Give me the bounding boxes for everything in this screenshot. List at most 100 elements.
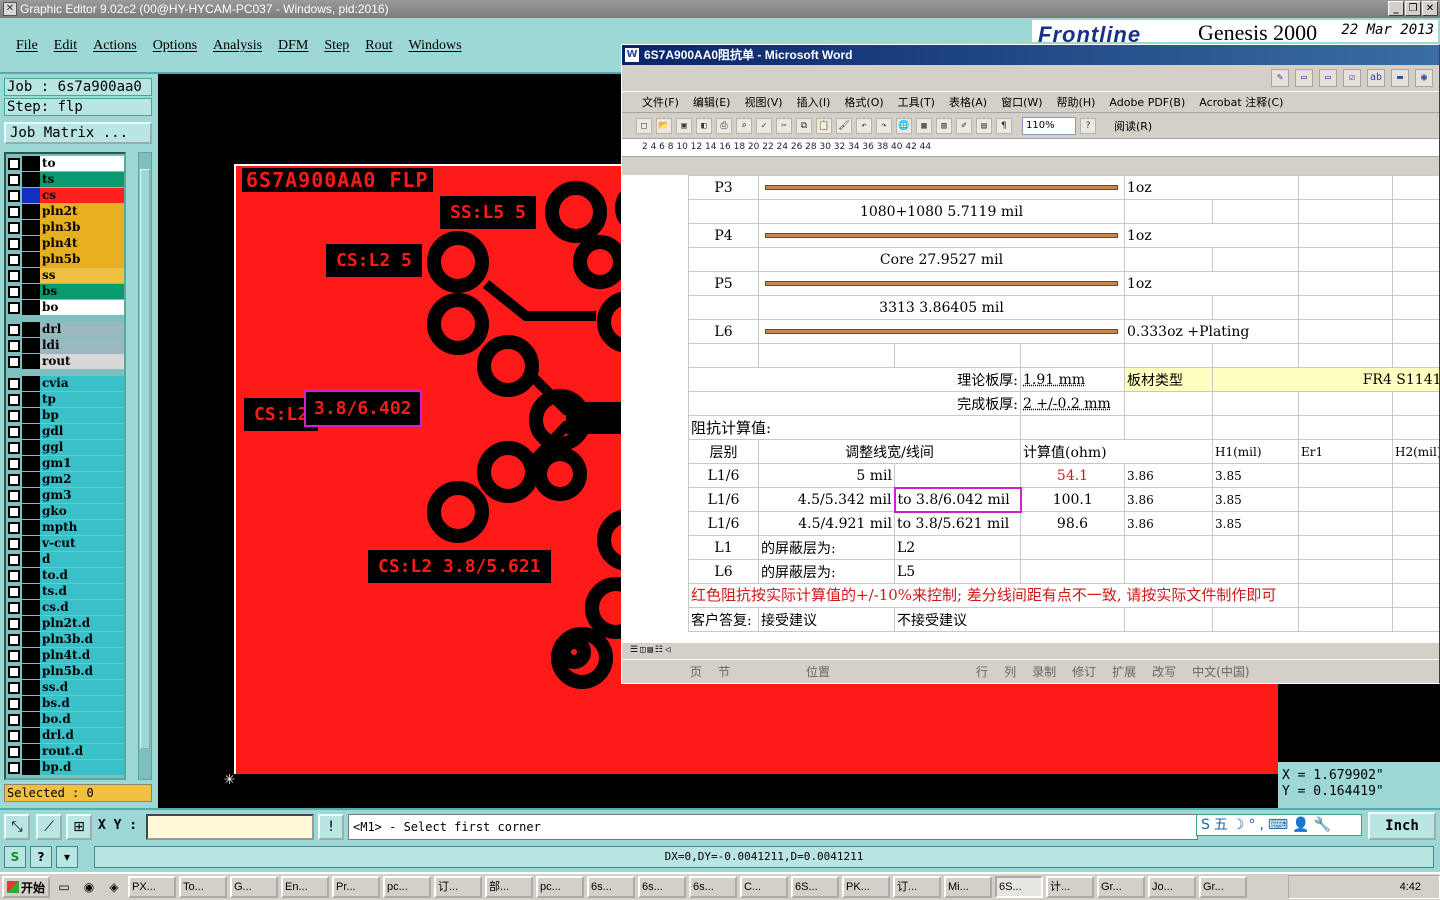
reading-view-icon[interactable]: ◁: [665, 645, 670, 655]
outline-view-icon[interactable]: ☷: [655, 645, 663, 655]
layer-row-rout[interactable]: rout: [8, 354, 124, 369]
job-matrix-button[interactable]: Job Matrix ...: [4, 122, 152, 144]
layer-checkbox[interactable]: [8, 425, 20, 438]
thickness-value[interactable]: 1.91 mm: [1020, 367, 1125, 392]
print-view-icon[interactable]: ▤: [648, 645, 653, 655]
task-button[interactable]: 6s...: [689, 876, 737, 898]
layer-name[interactable]: d: [40, 552, 124, 567]
layer-row-pln4t.d[interactable]: pln4t.d: [8, 648, 124, 663]
layer-color-swatch[interactable]: [22, 552, 40, 567]
drawing-icon[interactable]: ✐: [956, 117, 972, 134]
word-menu-item[interactable]: Adobe PDF(B): [1109, 96, 1185, 109]
layer-name[interactable]: bs: [40, 284, 124, 299]
pen-icon[interactable]: ✎: [1271, 69, 1289, 87]
layer-row-ss[interactable]: ss: [8, 268, 124, 283]
layer-color-swatch[interactable]: [22, 338, 40, 353]
layer-name[interactable]: rout: [40, 354, 124, 369]
ruler[interactable]: 2 4 6 8 10 12 14 16 18 20 22 24 26 28 30…: [622, 139, 1439, 157]
layer-name[interactable]: pln2t.d: [40, 616, 124, 631]
shield-value[interactable]: L5: [894, 559, 1021, 584]
shield-value[interactable]: L2: [894, 535, 1021, 560]
layer-color-swatch[interactable]: [22, 156, 40, 171]
layer-name[interactable]: pln4t.d: [40, 648, 124, 663]
task-button[interactable]: Jo...: [1148, 876, 1196, 898]
layer-name[interactable]: cs: [40, 188, 124, 203]
menu-analysis[interactable]: Analysis: [213, 38, 262, 54]
format-painter-icon[interactable]: 🖌: [836, 117, 852, 134]
layer-checkbox[interactable]: [8, 157, 20, 170]
layer-color-swatch[interactable]: [22, 472, 40, 487]
board-label-highlight[interactable]: 3.8/6.402: [304, 390, 422, 427]
layer-name[interactable]: bp.d: [40, 760, 124, 775]
layer-checkbox[interactable]: [8, 633, 20, 646]
word-menu-item[interactable]: 工具(T): [898, 94, 935, 110]
xy-input[interactable]: [146, 814, 314, 840]
task-button[interactable]: 6s...: [638, 876, 686, 898]
layer-checkbox[interactable]: [8, 537, 20, 550]
layer-row-bs.d[interactable]: bs.d: [8, 696, 124, 711]
layer-row-bo.d[interactable]: bo.d: [8, 712, 124, 727]
layer-checkbox[interactable]: [8, 713, 20, 726]
layer-row-pln4t[interactable]: pln4t: [8, 236, 124, 251]
info-icon[interactable]: !: [318, 814, 344, 840]
layer-color-swatch[interactable]: [22, 376, 40, 391]
layer-row-gko[interactable]: gko: [8, 504, 124, 519]
frame-icon[interactable]: ▬: [1391, 69, 1409, 87]
measure-tool-icon[interactable]: ⟋: [36, 814, 62, 840]
task-button[interactable]: 订...: [893, 876, 941, 898]
layer-checkbox[interactable]: [8, 457, 20, 470]
layer-row-d[interactable]: d: [8, 552, 124, 567]
calc-adjust[interactable]: [894, 463, 1021, 488]
layer-checkbox[interactable]: [8, 489, 20, 502]
calc-width[interactable]: 5 mil: [758, 463, 895, 488]
layer-name[interactable]: rout.d: [40, 744, 124, 759]
layer-color-swatch[interactable]: [22, 456, 40, 471]
layer-color-swatch[interactable]: [22, 616, 40, 631]
check-icon[interactable]: ☑: [1343, 69, 1361, 87]
task-button[interactable]: Gr...: [1097, 876, 1145, 898]
layer-checkbox[interactable]: [8, 569, 20, 582]
layer-checkbox[interactable]: [8, 301, 20, 314]
normal-view-icon[interactable]: ☰: [630, 645, 638, 655]
layer-name[interactable]: ts.d: [40, 584, 124, 599]
layer-row-pln3b[interactable]: pln3b: [8, 220, 124, 235]
calc-adjust[interactable]: to 3.8/6.042 mil: [893, 486, 1022, 513]
layer-color-swatch[interactable]: [22, 536, 40, 551]
restore-icon[interactable]: ❐: [1405, 1, 1421, 16]
word-title-bar[interactable]: W 6S7A900AA0阻抗单 - Microsoft Word: [622, 45, 1439, 65]
reject-option[interactable]: 不接受建议: [894, 607, 1125, 632]
layer-color-swatch[interactable]: [22, 680, 40, 695]
layer-row-ss.d[interactable]: ss.d: [8, 680, 124, 695]
word-menu-item[interactable]: 表格(A): [949, 94, 987, 110]
layer-checkbox[interactable]: [8, 473, 20, 486]
layer-name[interactable]: cvia: [40, 376, 124, 391]
layer-color-swatch[interactable]: [22, 504, 40, 519]
spell-icon[interactable]: ✓: [756, 117, 772, 134]
layer-row-bp.d[interactable]: bp.d: [8, 760, 124, 775]
unit-button[interactable]: Inch: [1368, 812, 1436, 840]
layer-color-swatch[interactable]: [22, 408, 40, 423]
layer-name[interactable]: to: [40, 156, 124, 171]
word-menu-item[interactable]: 插入(I): [797, 94, 831, 110]
layer-row-pln2t.d[interactable]: pln2t.d: [8, 616, 124, 631]
task-button[interactable]: Gr...: [1199, 876, 1247, 898]
layer-checkbox[interactable]: [8, 649, 20, 662]
task-button[interactable]: Mi...: [944, 876, 992, 898]
task-button[interactable]: C...: [740, 876, 788, 898]
layer-row-to[interactable]: to: [8, 156, 124, 171]
layer-checkbox[interactable]: [8, 505, 20, 518]
new-icon[interactable]: □: [636, 117, 652, 134]
word-help-icon[interactable]: ?: [1080, 117, 1096, 134]
layer-name[interactable]: bo: [40, 300, 124, 315]
scroll-thumb[interactable]: [140, 169, 150, 749]
word-menu-item[interactable]: 编辑(E): [693, 94, 731, 110]
layer-color-swatch[interactable]: [22, 648, 40, 663]
layer-name[interactable]: ss: [40, 268, 124, 283]
layer-row-pln3b.d[interactable]: pln3b.d: [8, 632, 124, 647]
menu-dfm[interactable]: DFM: [278, 38, 308, 54]
layer-color-swatch[interactable]: [22, 584, 40, 599]
layer-checkbox[interactable]: [8, 221, 20, 234]
layer-checkbox[interactable]: [8, 745, 20, 758]
zoom-select[interactable]: 110%: [1022, 116, 1076, 135]
document-area[interactable]: P3 1oz 1080+1080 5.7119 mil P4 1oz Core 27.95…: [622, 175, 1439, 643]
